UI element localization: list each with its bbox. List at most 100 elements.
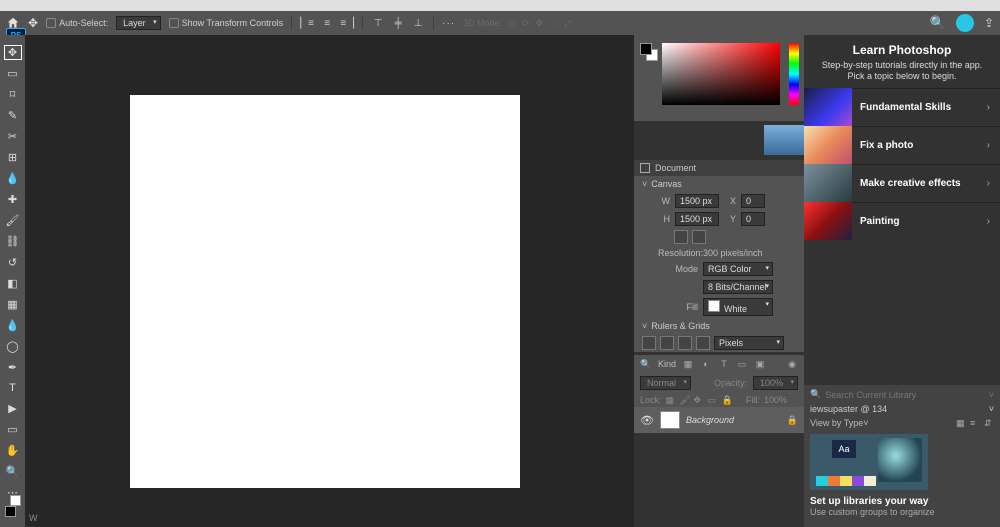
orientation-landscape-icon[interactable] xyxy=(692,230,706,244)
lock-image-icon[interactable]: 🖌 xyxy=(680,395,690,405)
learn-card-painting[interactable]: Painting› xyxy=(804,202,1000,240)
move-tool[interactable]: ✥ xyxy=(4,45,22,60)
sort-icon[interactable]: ⇵ xyxy=(984,418,994,428)
grid-toggle-icon[interactable] xyxy=(660,336,674,350)
fill-dropdown[interactable]: White xyxy=(703,298,773,316)
libraries-panel: 🔍 Search Current Library˅ iewsupaster @ … xyxy=(804,385,1000,527)
learn-card-creative[interactable]: Make creative effects› xyxy=(804,164,1000,202)
height-input[interactable]: 1500 px xyxy=(675,212,719,226)
y-input[interactable]: 0 xyxy=(741,212,765,226)
ruler-toggle-icon[interactable] xyxy=(642,336,656,350)
search-icon[interactable]: 🔍 xyxy=(930,15,946,31)
chevron-right-icon: › xyxy=(987,102,990,113)
canvas-section-header[interactable]: ˅Canvas xyxy=(634,176,804,192)
foreground-color-swatch[interactable] xyxy=(5,506,16,517)
orientation-portrait-icon[interactable] xyxy=(674,230,688,244)
lock-transparent-icon[interactable]: ▦ xyxy=(666,395,676,405)
document-panel-header[interactable]: Document xyxy=(634,160,804,176)
brush-tool[interactable]: 🖌 xyxy=(4,213,22,228)
layer-thumbnail[interactable] xyxy=(660,411,680,429)
align-top-icon[interactable]: ⊤ xyxy=(371,16,385,30)
blur-tool[interactable]: 💧 xyxy=(4,318,22,333)
more-options-icon[interactable]: ··· xyxy=(442,18,455,29)
layer-search-icon[interactable]: 🔍 xyxy=(640,358,652,370)
opacity-input[interactable]: 100% xyxy=(753,376,798,390)
color-mode-dropdown[interactable]: RGB Color xyxy=(703,262,773,276)
history-brush-tool[interactable]: ↺ xyxy=(4,255,22,270)
dodge-tool[interactable]: ◯ xyxy=(4,339,22,354)
color-field[interactable] xyxy=(662,43,780,105)
lock-artboard-icon[interactable]: ▭ xyxy=(708,395,718,405)
filter-type-icon[interactable]: T xyxy=(718,358,730,370)
rectangle-tool[interactable]: ▭ xyxy=(4,422,22,437)
share-icon[interactable]: ⇪ xyxy=(984,16,994,30)
bit-depth-dropdown[interactable]: 8 Bits/Channel xyxy=(703,280,773,294)
move-tool-icon: ✥ xyxy=(28,16,38,30)
list-view-icon[interactable]: ≡ xyxy=(970,418,980,428)
options-bar: ✥ Auto-Select: Layer Show Transform Cont… xyxy=(0,11,1000,35)
learn-card-fix-photo[interactable]: Fix a photo› xyxy=(804,126,1000,164)
lock-position-icon[interactable]: ✥ xyxy=(694,395,704,405)
lock-all-icon[interactable]: 🔒 xyxy=(722,395,732,405)
library-name-dropdown[interactable]: iewsupaster @ 134 ˅ xyxy=(810,404,994,414)
filter-adjust-icon[interactable]: ◐ xyxy=(700,358,712,370)
eyedropper-tool[interactable]: 💧 xyxy=(4,171,22,186)
align-hcenter-icon[interactable]: ≡ xyxy=(320,16,334,30)
align-group-horizontal: ▏≡ ≡ ≡▕ xyxy=(300,16,354,30)
quick-select-tool[interactable]: ✎ xyxy=(4,108,22,123)
libraries-search[interactable]: 🔍 Search Current Library˅ xyxy=(810,389,994,400)
layer-name[interactable]: Background xyxy=(686,415,734,425)
show-transform-checkbox[interactable]: Show Transform Controls xyxy=(169,18,284,28)
lock-icon[interactable]: 🔒 xyxy=(787,415,798,426)
lasso-tool[interactable]: ⌑ xyxy=(4,87,22,102)
eraser-tool[interactable]: ◧ xyxy=(4,276,22,291)
align-left-icon[interactable]: ▏≡ xyxy=(300,16,314,30)
document-canvas[interactable] xyxy=(130,95,520,488)
guides-toggle-icon[interactable] xyxy=(678,336,692,350)
layer-row-background[interactable]: 👁 Background 🔒 xyxy=(634,407,804,433)
layer-filter-kind-dropdown[interactable]: Kind xyxy=(658,359,676,369)
right-panels-column: Learn Photoshop Step-by-step tutorials d… xyxy=(804,35,1000,527)
tools-panel: ✥ ▭ ⌑ ✎ ✂ ⊞ 💧 ✚ 🖌 ⛓ ↺ ◧ ▦ 💧 ◯ ✒ T ▶ ▭ ✋ … xyxy=(0,35,25,527)
user-avatar[interactable] xyxy=(956,14,974,32)
frame-tool[interactable]: ⊞ xyxy=(4,150,22,165)
zoom-tool[interactable]: 🔍 xyxy=(4,464,22,479)
type-tool[interactable]: T xyxy=(4,381,22,395)
blend-mode-dropdown[interactable]: Normal xyxy=(640,376,691,390)
filter-shape-icon[interactable]: ▭ xyxy=(736,358,748,370)
clone-stamp-tool[interactable]: ⛓ xyxy=(4,234,22,249)
layer-fill-label: Fill: xyxy=(746,395,760,405)
card-thumb xyxy=(804,126,852,164)
path-select-tool[interactable]: ▶ xyxy=(4,401,22,416)
visibility-toggle-icon[interactable]: 👁 xyxy=(640,414,654,427)
color-panel-swatches[interactable] xyxy=(640,43,658,61)
healing-brush-tool[interactable]: ✚ xyxy=(4,192,22,207)
3d-icon-orbit: ◎ xyxy=(508,18,516,29)
show-transform-label: Show Transform Controls xyxy=(182,18,284,28)
auto-select-label: Auto-Select: xyxy=(59,18,108,28)
library-view-mode[interactable]: View by Type ˅▦≡⇵ xyxy=(810,418,994,428)
units-dropdown[interactable]: Pixels xyxy=(714,336,784,350)
background-color-swatch[interactable] xyxy=(10,495,21,506)
filter-toggle-icon[interactable]: ◉ xyxy=(786,358,798,370)
pen-tool[interactable]: ✒ xyxy=(4,360,22,375)
filter-smart-icon[interactable]: ▣ xyxy=(754,358,766,370)
learn-card-fundamental[interactable]: Fundamental Skills› xyxy=(804,88,1000,126)
pixel-grid-icon[interactable] xyxy=(696,336,710,350)
x-input[interactable]: 0 xyxy=(741,194,765,208)
align-vcenter-icon[interactable]: ╪ xyxy=(391,16,405,30)
width-input[interactable]: 1500 px xyxy=(675,194,719,208)
auto-select-target-dropdown[interactable]: Layer xyxy=(116,16,161,30)
filter-pixel-icon[interactable]: ▦ xyxy=(682,358,694,370)
rulers-section-header[interactable]: ˅Rulers & Grids xyxy=(634,318,804,334)
align-bottom-icon[interactable]: ⊥ xyxy=(411,16,425,30)
grid-view-icon[interactable]: ▦ xyxy=(956,418,966,428)
align-right-icon[interactable]: ≡▕ xyxy=(340,16,354,30)
hue-slider[interactable] xyxy=(789,43,799,105)
gradient-tool[interactable]: ▦ xyxy=(4,297,22,312)
auto-select-checkbox[interactable]: Auto-Select: xyxy=(46,18,108,28)
hand-tool[interactable]: ✋ xyxy=(4,443,22,458)
crop-tool[interactable]: ✂ xyxy=(4,129,22,144)
layer-fill-input[interactable]: 100% xyxy=(764,395,798,405)
marquee-tool[interactable]: ▭ xyxy=(4,66,22,81)
